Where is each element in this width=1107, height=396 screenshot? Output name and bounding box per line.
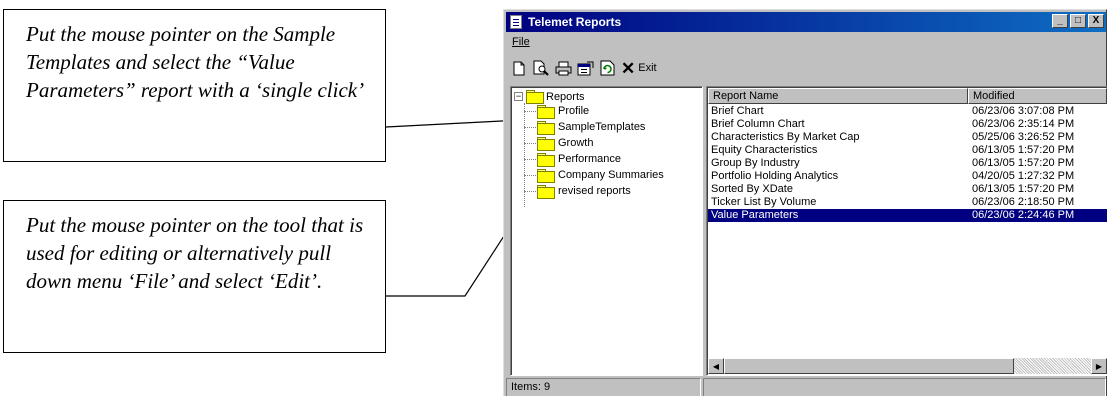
tree-item-revised-reports[interactable]: revised reports — [537, 183, 631, 199]
tree-item-company-summaries[interactable]: Company Summaries — [537, 167, 664, 183]
properties-icon[interactable] — [576, 59, 594, 77]
report-name: Brief Column Chart — [711, 118, 805, 130]
new-icon[interactable] — [510, 59, 528, 77]
table-row[interactable]: Sorted By XDate 06/13/05 1:57:20 PM — [708, 183, 1107, 196]
folder-tree: − Reports Profile SampleTemplates Growth — [511, 87, 702, 375]
tree-item-sampletemplates[interactable]: SampleTemplates — [537, 119, 645, 135]
status-bar: Items: 9 — [506, 378, 1106, 396]
tree-item-growth[interactable]: Growth — [537, 135, 593, 151]
tree-connector — [524, 159, 536, 160]
telemet-reports-window: Telemet Reports _ □ X File ✕ Exit − Repo… — [503, 9, 1107, 396]
list-header: Report Name Modified — [708, 88, 1107, 104]
scroll-thumb[interactable] — [724, 358, 1014, 374]
table-row[interactable]: Ticker List By Volume 06/23/06 2:18:50 PM — [708, 196, 1107, 209]
print-icon[interactable] — [554, 59, 572, 77]
status-item-count: Items: 9 — [506, 378, 701, 396]
collapse-icon[interactable]: − — [514, 92, 523, 101]
menu-bar: File — [512, 36, 530, 52]
scroll-track[interactable] — [1014, 358, 1091, 374]
tree-item-label: Company Summaries — [558, 169, 664, 181]
window-controls: _ □ X — [1052, 14, 1104, 28]
report-name: Value Parameters — [711, 209, 799, 221]
tree-item-profile[interactable]: Profile — [537, 103, 589, 119]
report-modified: 06/23/06 2:24:46 PM — [972, 209, 1075, 221]
report-name: Group By Industry — [711, 157, 800, 169]
tree-item-label: Performance — [558, 153, 621, 165]
instruction-callout-select-report: Put the mouse pointer on the Sample Temp… — [3, 9, 386, 162]
tree-root-label: Reports — [546, 90, 585, 103]
folder-icon — [526, 90, 544, 104]
table-row[interactable]: Group By Industry 06/13/05 1:57:20 PM — [708, 157, 1107, 170]
exit-icon: ✕ — [621, 58, 636, 78]
report-modified: 05/25/06 3:26:52 PM — [972, 131, 1075, 143]
status-panel — [703, 378, 1106, 396]
callout-text: Put the mouse pointer on the tool that i… — [26, 213, 364, 293]
scroll-right-icon[interactable]: ▶ — [1091, 358, 1107, 374]
tree-connector — [524, 111, 536, 112]
report-modified: 06/13/05 1:57:20 PM — [972, 183, 1075, 195]
scroll-left-icon[interactable]: ◀ — [708, 358, 724, 374]
refresh-icon[interactable] — [598, 59, 616, 77]
exit-label: Exit — [638, 62, 657, 74]
maximize-button[interactable]: □ — [1070, 14, 1086, 28]
toolbar: ✕ Exit — [510, 57, 657, 79]
table-row[interactable]: Brief Chart 06/23/06 3:07:08 PM — [708, 105, 1107, 118]
report-modified: 06/13/05 1:57:20 PM — [972, 157, 1075, 169]
report-name: Equity Characteristics — [711, 144, 818, 156]
report-name: Brief Chart — [711, 105, 764, 117]
tree-item-label: Profile — [558, 105, 590, 117]
folder-icon — [537, 152, 555, 167]
title-bar[interactable]: Telemet Reports _ □ X — [506, 12, 1106, 32]
folder-icon — [537, 104, 555, 119]
tree-item-label: Growth — [558, 137, 594, 149]
report-name: Ticker List By Volume — [711, 196, 817, 208]
report-modified: 06/23/06 2:35:14 PM — [972, 118, 1075, 130]
window-title: Telemet Reports — [528, 15, 622, 29]
app-icon — [510, 15, 522, 29]
column-header-modified[interactable]: Modified — [968, 88, 1107, 104]
tree-connector — [524, 175, 536, 176]
report-name: Sorted By XDate — [711, 183, 793, 195]
report-modified: 06/13/05 1:57:20 PM — [972, 144, 1075, 156]
tree-connector — [524, 191, 536, 192]
tree-connector — [524, 143, 536, 144]
report-modified: 06/23/06 2:18:50 PM — [972, 196, 1075, 208]
tree-item-performance[interactable]: Performance — [537, 151, 621, 167]
report-list: Brief Chart 06/23/06 3:07:08 PM Brief Col… — [708, 105, 1107, 222]
table-row-selected[interactable]: Value Parameters 06/23/06 2:24:46 PM — [708, 209, 1107, 222]
exit-button[interactable]: ✕ Exit — [621, 60, 657, 77]
tree-item-label: revised reports — [558, 185, 631, 197]
horizontal-scrollbar[interactable]: ◀ ▶ — [708, 358, 1107, 374]
folder-tree-pane[interactable]: − Reports Profile SampleTemplates Growth — [510, 86, 703, 376]
tree-connector — [524, 127, 536, 128]
minimize-button[interactable]: _ — [1052, 14, 1068, 28]
report-modified: 04/20/05 1:27:32 PM — [972, 170, 1075, 182]
tree-item-label: SampleTemplates — [558, 121, 646, 133]
report-list-pane[interactable]: Report Name Modified Brief Chart 06/23/06… — [706, 86, 1107, 376]
print-preview-icon[interactable] — [532, 59, 550, 77]
report-name: Characteristics By Market Cap — [711, 131, 860, 143]
menu-file[interactable]: File — [512, 36, 530, 48]
folder-icon — [537, 168, 555, 183]
table-row[interactable]: Brief Column Chart 06/23/06 2:35:14 PM — [708, 118, 1107, 131]
folder-icon — [537, 136, 555, 151]
callout-text: Put the mouse pointer on the Sample Temp… — [26, 22, 365, 102]
folder-icon — [537, 120, 555, 135]
folder-icon — [537, 184, 555, 199]
report-name: Portfolio Holding Analytics — [711, 170, 839, 182]
table-row[interactable]: Portfolio Holding Analytics 04/20/05 1:27… — [708, 170, 1107, 183]
table-row[interactable]: Characteristics By Market Cap 05/25/06 3:… — [708, 131, 1107, 144]
instruction-callout-edit-tool: Put the mouse pointer on the tool that i… — [3, 200, 386, 353]
tree-root-reports[interactable]: − Reports — [514, 90, 585, 104]
report-modified: 06/23/06 3:07:08 PM — [972, 105, 1075, 117]
close-button[interactable]: X — [1088, 14, 1104, 28]
table-row[interactable]: Equity Characteristics 06/13/05 1:57:20 P… — [708, 144, 1107, 157]
column-header-report-name[interactable]: Report Name — [708, 88, 968, 104]
